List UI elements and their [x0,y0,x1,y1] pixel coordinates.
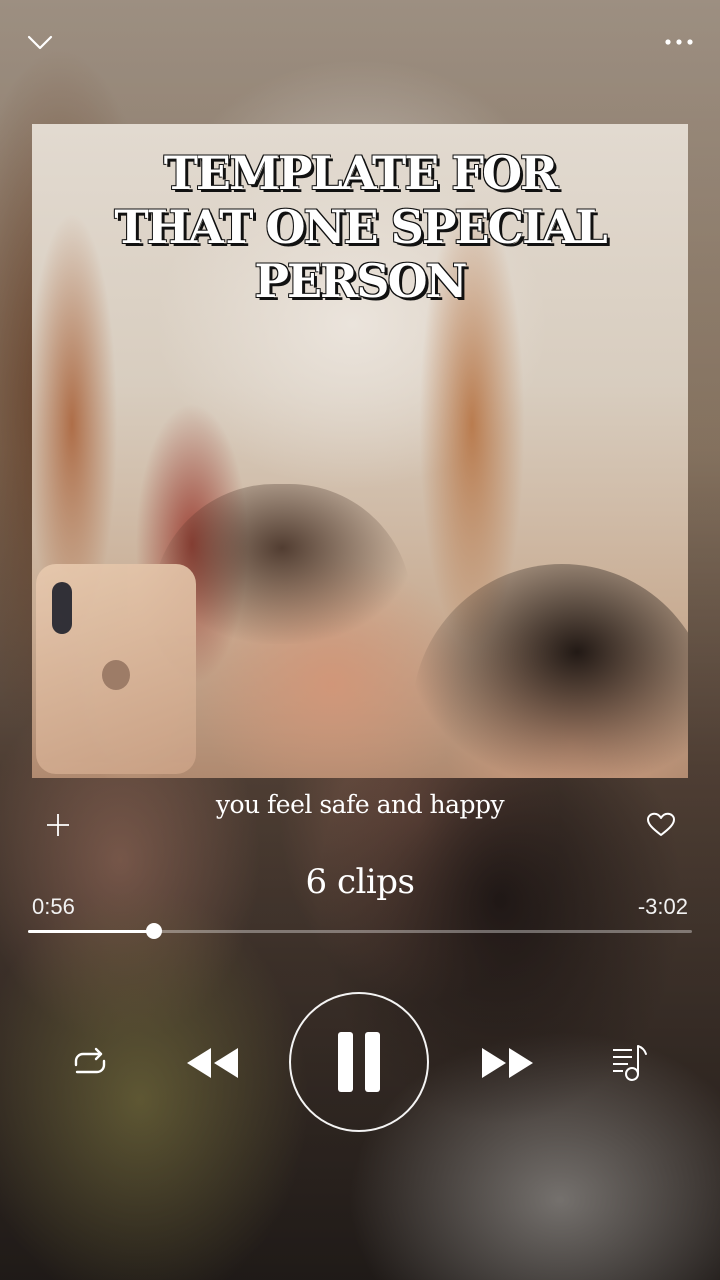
fast-forward-icon[interactable] [480,1044,536,1082]
song-title: you feel safe and happy [215,790,505,819]
song-subtitle: 6 clips [305,862,415,902]
art-phone [36,564,196,774]
queue-music-icon[interactable] [610,1042,654,1084]
elapsed-time: 0:56 [32,894,75,919]
album-art-title: TEMPLATE FOR THAT ONE SPECIAL PERSON [114,146,607,308]
player-screen: TEMPLATE FOR THAT ONE SPECIAL PERSON you… [0,0,720,1280]
album-art: TEMPLATE FOR THAT ONE SPECIAL PERSON [32,124,688,778]
more-dots-icon[interactable] [664,30,694,54]
rewind-icon[interactable] [184,1044,240,1082]
progress-bar[interactable] [28,923,692,939]
chevron-down-icon[interactable] [26,28,54,56]
remaining-time: -3:02 [637,894,688,919]
art-figure-right [412,564,688,778]
art-phone-logo [102,660,130,690]
heart-icon[interactable] [646,812,676,838]
pause-icon [338,1032,380,1092]
play-pause-button[interactable] [289,992,429,1132]
art-phone-camera [52,582,72,634]
progress-fill [28,930,155,933]
repeat-icon[interactable] [68,1043,112,1083]
